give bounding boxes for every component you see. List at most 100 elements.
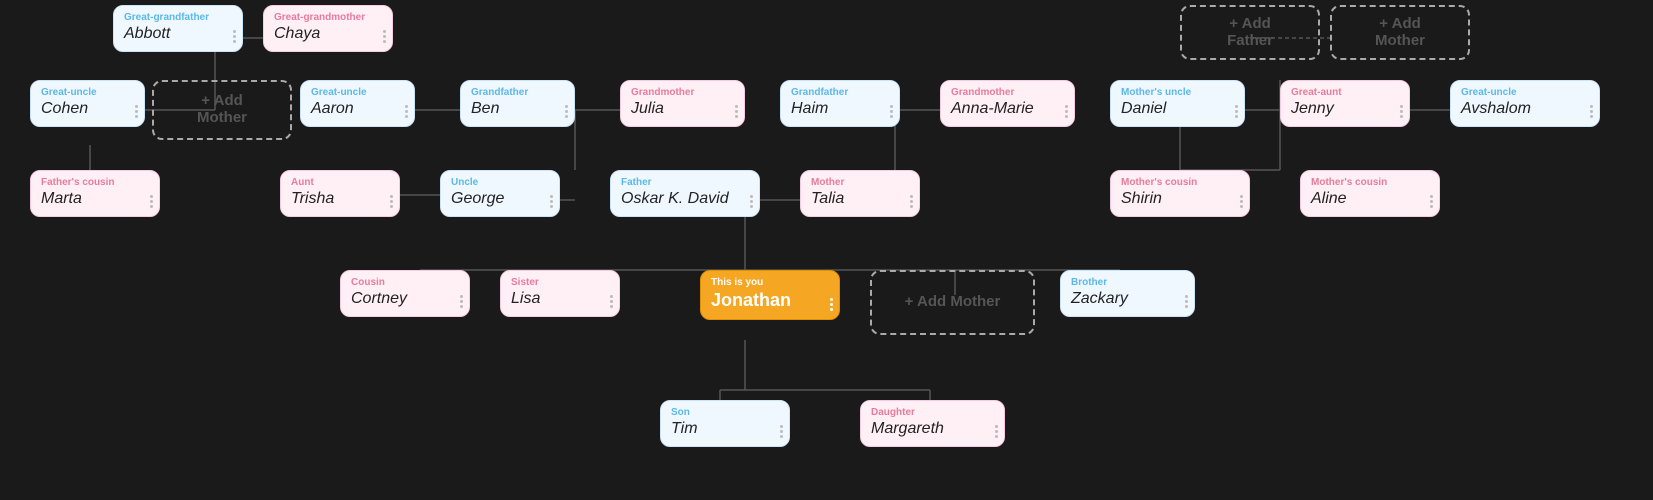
mother-talia-label: Mother (811, 177, 909, 188)
father-oskar-label: Father (621, 177, 749, 188)
brother-zackary-label: Brother (1071, 277, 1184, 288)
grandfather-haim-dots[interactable] (890, 105, 893, 118)
grandmother-julia-dots[interactable] (735, 105, 738, 118)
cousin-cortney-node[interactable]: Cousin Cortney (340, 270, 470, 317)
great-grandfather-dots[interactable] (233, 30, 236, 43)
aunt-trisha-name: Trisha (291, 190, 389, 208)
add-mother-top-left-button[interactable]: + Add Mother (152, 80, 292, 140)
great-grandmother-dots[interactable] (383, 30, 386, 43)
jonathan-name: Jonathan (711, 290, 829, 311)
grandmother-anna-marie-dots[interactable] (1065, 105, 1068, 118)
family-tree: Great-grandfather Abbott Great-grandmoth… (0, 0, 1653, 500)
fathers-cousin-marta-dots[interactable] (150, 195, 153, 208)
son-tim-label: Son (671, 407, 779, 418)
grandmother-anna-marie-node[interactable]: Grandmother Anna-Marie (940, 80, 1075, 127)
connector-lines (0, 0, 1653, 500)
grandmother-anna-marie-name: Anna-Marie (951, 100, 1064, 118)
great-uncle-cohen-dots[interactable] (135, 105, 138, 118)
fathers-cousin-marta-name: Marta (41, 190, 149, 208)
add-father-top-button[interactable]: + Add Father (1180, 5, 1320, 60)
grandmother-julia-name: Julia (631, 100, 734, 118)
great-aunt-jenny-dots[interactable] (1400, 105, 1403, 118)
sister-lisa-label: Sister (511, 277, 609, 288)
brother-zackary-node[interactable]: Brother Zackary (1060, 270, 1195, 317)
daughter-margareth-label: Daughter (871, 407, 994, 418)
grandfather-haim-node[interactable]: Grandfather Haim (780, 80, 900, 127)
uncle-george-label: Uncle (451, 177, 549, 188)
add-mother-mid-button[interactable]: + Add Mother (870, 270, 1035, 335)
sister-lisa-name: Lisa (511, 290, 609, 308)
brother-zackary-dots[interactable] (1185, 295, 1188, 308)
great-uncle-avshalom-dots[interactable] (1590, 105, 1593, 118)
grandfather-ben-label: Grandfather (471, 87, 564, 98)
great-uncle-aaron-dots[interactable] (405, 105, 408, 118)
mother-talia-dots[interactable] (910, 195, 913, 208)
mothers-cousin-shirin-name: Shirin (1121, 190, 1239, 208)
mothers-cousin-shirin-dots[interactable] (1240, 195, 1243, 208)
mother-talia-node[interactable]: Mother Talia (800, 170, 920, 217)
aunt-trisha-label: Aunt (291, 177, 389, 188)
sister-lisa-dots[interactable] (610, 295, 613, 308)
mothers-cousin-aline-label: Mother's cousin (1311, 177, 1429, 188)
great-uncle-cohen-label: Great-uncle (41, 87, 134, 98)
add-mother-mid-label[interactable]: + Add Mother (891, 283, 1015, 320)
father-oskar-node[interactable]: Father Oskar K. David (610, 170, 760, 217)
mothers-uncle-daniel-node[interactable]: Mother's uncle Daniel (1110, 80, 1245, 127)
great-uncle-avshalom-label: Great-uncle (1461, 87, 1589, 98)
mother-talia-name: Talia (811, 190, 909, 208)
great-uncle-avshalom-node[interactable]: Great-uncle Avshalom (1450, 80, 1600, 127)
daughter-margareth-node[interactable]: Daughter Margareth (860, 400, 1005, 447)
great-grandfather-label: Great-grandfather (124, 12, 232, 23)
mothers-uncle-daniel-dots[interactable] (1235, 105, 1238, 118)
father-oskar-name: Oskar K. David (621, 190, 749, 208)
daughter-margareth-name: Margareth (871, 420, 994, 438)
great-grandmother-node[interactable]: Great-grandmother Chaya (263, 5, 393, 52)
mothers-uncle-daniel-name: Daniel (1121, 100, 1234, 118)
uncle-george-node[interactable]: Uncle George (440, 170, 560, 217)
mothers-cousin-shirin-label: Mother's cousin (1121, 177, 1239, 188)
mothers-cousin-shirin-node[interactable]: Mother's cousin Shirin (1110, 170, 1250, 217)
aunt-trisha-dots[interactable] (390, 195, 393, 208)
daughter-margareth-dots[interactable] (995, 425, 998, 438)
grandmother-anna-marie-label: Grandmother (951, 87, 1064, 98)
brother-zackary-name: Zackary (1071, 290, 1184, 308)
grandfather-ben-name: Ben (471, 100, 564, 118)
grandfather-ben-node[interactable]: Grandfather Ben (460, 80, 575, 127)
grandfather-ben-dots[interactable] (565, 105, 568, 118)
son-tim-node[interactable]: Son Tim (660, 400, 790, 447)
fathers-cousin-marta-label: Father's cousin (41, 177, 149, 188)
great-uncle-aaron-node[interactable]: Great-uncle Aaron (300, 80, 415, 127)
great-grandmother-name: Chaya (274, 25, 382, 43)
great-aunt-jenny-node[interactable]: Great-aunt Jenny (1280, 80, 1410, 127)
add-mother-top-right-button[interactable]: + Add Mother (1330, 5, 1470, 60)
cousin-cortney-label: Cousin (351, 277, 459, 288)
mothers-cousin-aline-dots[interactable] (1430, 195, 1433, 208)
father-oskar-dots[interactable] (750, 195, 753, 208)
grandfather-haim-label: Grandfather (791, 87, 889, 98)
aunt-trisha-node[interactable]: Aunt Trisha (280, 170, 400, 217)
great-uncle-aaron-label: Great-uncle (311, 87, 404, 98)
uncle-george-name: George (451, 190, 549, 208)
mothers-cousin-aline-node[interactable]: Mother's cousin Aline (1300, 170, 1440, 217)
great-grandfather-name: Abbott (124, 25, 232, 43)
great-aunt-jenny-label: Great-aunt (1291, 87, 1399, 98)
great-grandfather-node[interactable]: Great-grandfather Abbott (113, 5, 243, 52)
great-aunt-jenny-name: Jenny (1291, 100, 1399, 118)
fathers-cousin-marta-node[interactable]: Father's cousin Marta (30, 170, 160, 217)
jonathan-node[interactable]: This is you Jonathan (700, 270, 840, 320)
great-uncle-cohen-node[interactable]: Great-uncle Cohen (30, 80, 145, 127)
grandmother-julia-label: Grandmother (631, 87, 734, 98)
add-father-top-label[interactable]: + Add Father (1192, 5, 1308, 59)
uncle-george-dots[interactable] (550, 195, 553, 208)
great-uncle-cohen-name: Cohen (41, 100, 134, 118)
mothers-cousin-aline-name: Aline (1311, 190, 1429, 208)
cousin-cortney-dots[interactable] (460, 295, 463, 308)
add-mother-top-left-label[interactable]: + Add Mother (164, 82, 280, 136)
grandmother-julia-node[interactable]: Grandmother Julia (620, 80, 745, 127)
son-tim-name: Tim (671, 420, 779, 438)
sister-lisa-node[interactable]: Sister Lisa (500, 270, 620, 317)
son-tim-dots[interactable] (780, 425, 783, 438)
great-grandmother-label: Great-grandmother (274, 12, 382, 23)
jonathan-dots[interactable] (830, 298, 833, 311)
add-mother-top-right-label[interactable]: + Add Mother (1342, 5, 1458, 59)
